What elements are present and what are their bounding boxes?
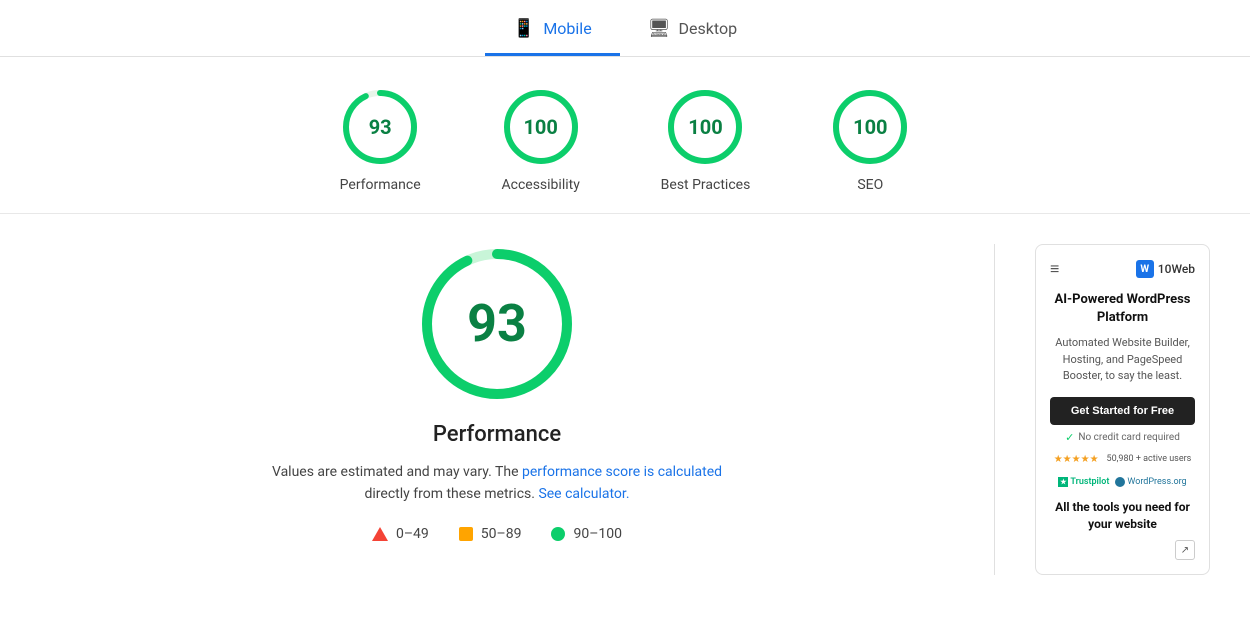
tab-mobile-label: Mobile xyxy=(543,19,591,38)
score-label-seo: SEO xyxy=(857,177,883,193)
score-circle-accessibility: 100 xyxy=(501,87,581,167)
ad-no-credit: ✓ No credit card required xyxy=(1050,431,1195,444)
legend-poor: 0–49 xyxy=(372,526,429,542)
legend: 0–49 50–89 90–100 xyxy=(372,526,622,542)
score-performance[interactable]: 93 Performance xyxy=(340,87,421,193)
tab-bar: 📱 Mobile 🖥 Desktop xyxy=(0,0,1250,57)
wordpress-badge: WordPress.org xyxy=(1115,477,1186,487)
vertical-divider xyxy=(994,244,995,575)
tab-desktop-label: Desktop xyxy=(679,19,738,38)
score-best-practices[interactable]: 100 Best Practices xyxy=(661,87,751,193)
calculator-link[interactable]: See calculator. xyxy=(538,486,629,502)
score-label-best-practices: Best Practices xyxy=(661,177,751,193)
legend-average-range: 50–89 xyxy=(481,526,522,542)
legend-average-icon xyxy=(459,527,473,541)
ad-card: ≡ W 10Web AI-Powered WordPress Platform … xyxy=(1035,244,1210,575)
legend-poor-icon xyxy=(372,527,388,541)
large-score-circle: 93 xyxy=(417,244,577,404)
ad-subtitle: Automated Website Builder, Hosting, and … xyxy=(1050,335,1195,385)
ad-trust-row: ★★★★★ 50,980 + active users xyxy=(1050,454,1195,465)
score-value-best-practices: 100 xyxy=(688,115,722,139)
desktop-icon: 🖥 xyxy=(648,18,671,39)
ad-trust-count: 50,980 + active users xyxy=(1107,454,1192,464)
large-score-number: 93 xyxy=(467,298,527,350)
checkmark-icon: ✓ xyxy=(1065,431,1074,444)
legend-average: 50–89 xyxy=(459,526,522,542)
ad-title: AI-Powered WordPress Platform xyxy=(1050,291,1195,327)
ad-cta-button[interactable]: Get Started for Free xyxy=(1050,397,1195,425)
left-panel: 93 Performance Values are estimated and … xyxy=(40,244,954,575)
score-value-seo: 100 xyxy=(853,115,887,139)
ad-footer-text: All the tools you need for your website xyxy=(1050,499,1195,533)
ad-expand-btn: ↗ xyxy=(1050,540,1195,560)
score-label-performance: Performance xyxy=(340,177,421,193)
score-circle-best-practices: 100 xyxy=(665,87,745,167)
desc-text-1: Values are estimated and may vary. The xyxy=(272,464,519,480)
ad-logo: W 10Web xyxy=(1136,260,1195,278)
description-text: Values are estimated and may vary. The p… xyxy=(272,461,722,506)
ad-header: ≡ W 10Web xyxy=(1050,259,1195,279)
score-circle-seo: 100 xyxy=(830,87,910,167)
score-label-accessibility: Accessibility xyxy=(501,177,579,193)
large-score-label: Performance xyxy=(433,422,561,447)
wp-icon xyxy=(1115,477,1125,487)
tab-desktop[interactable]: 🖥 Desktop xyxy=(620,8,765,56)
ad-logo-icon: W xyxy=(1136,260,1154,278)
scores-section: 93 Performance 100 Accessibility 100 Bes… xyxy=(0,57,1250,214)
mobile-icon: 📱 xyxy=(513,18,535,39)
tab-mobile[interactable]: 📱 Mobile xyxy=(485,8,620,56)
perf-score-link[interactable]: performance score is calculated xyxy=(522,464,722,480)
desc-text-2: directly from these metrics. xyxy=(364,486,534,502)
main-content: 93 Performance Values are estimated and … xyxy=(0,214,1250,605)
trustpilot-badge: ★ Trustpilot xyxy=(1058,477,1109,487)
no-credit-text: No credit card required xyxy=(1078,432,1180,443)
wordpress-label: WordPress.org xyxy=(1127,477,1186,487)
ad-trust-icons: ★ Trustpilot WordPress.org xyxy=(1050,477,1195,487)
score-accessibility[interactable]: 100 Accessibility xyxy=(501,87,581,193)
score-value-accessibility: 100 xyxy=(523,115,557,139)
legend-good-range: 90–100 xyxy=(573,526,622,542)
expand-icon[interactable]: ↗ xyxy=(1175,540,1195,560)
ad-stars: ★★★★★ xyxy=(1054,454,1099,465)
trustpilot-label: Trustpilot xyxy=(1070,477,1109,487)
right-panel: ≡ W 10Web AI-Powered WordPress Platform … xyxy=(1035,244,1210,575)
trustpilot-star-icon: ★ xyxy=(1058,477,1068,487)
score-seo[interactable]: 100 SEO xyxy=(830,87,910,193)
legend-poor-range: 0–49 xyxy=(396,526,429,542)
score-value-performance: 93 xyxy=(369,115,392,139)
legend-good: 90–100 xyxy=(551,526,622,542)
ad-logo-text: 10Web xyxy=(1158,262,1195,276)
large-score-inner: 93 xyxy=(467,298,527,350)
legend-good-icon xyxy=(551,527,565,541)
score-circle-performance: 93 xyxy=(340,87,420,167)
ad-menu-icon[interactable]: ≡ xyxy=(1050,259,1059,279)
